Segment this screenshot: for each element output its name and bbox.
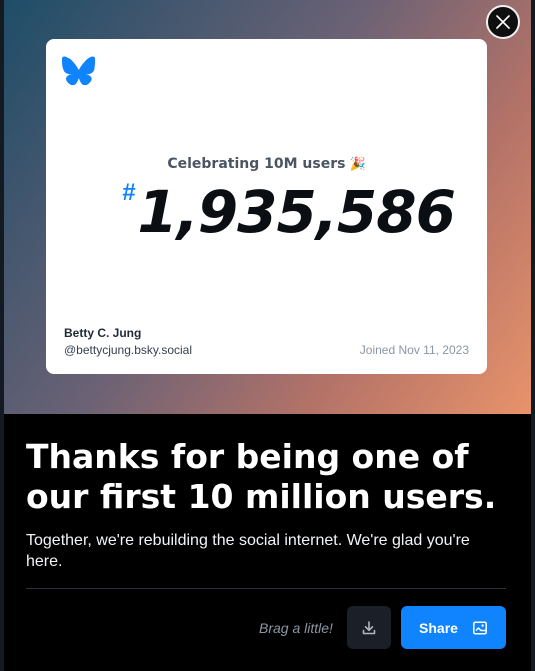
brag-label: Brag a little! bbox=[259, 620, 333, 636]
user-handle: @bettycjung.bsky.social bbox=[64, 343, 193, 357]
user-number: 1,935,586 bbox=[137, 178, 456, 246]
share-button[interactable]: Share bbox=[401, 606, 506, 649]
share-image-icon bbox=[473, 620, 487, 635]
milestone-dialog: Celebrating 10M users 🎉 # 1,935,586 Betty… bbox=[0, 0, 535, 671]
celebrating-label: Celebrating 10M users 🎉 bbox=[46, 156, 487, 172]
headline: Thanks for being one of our first 10 mil… bbox=[26, 437, 497, 516]
subtext: Together, we're rebuilding the social in… bbox=[26, 532, 470, 570]
close-icon bbox=[496, 15, 510, 29]
divider bbox=[26, 588, 506, 589]
close-button[interactable] bbox=[486, 5, 520, 39]
bluesky-butterfly-icon bbox=[62, 56, 95, 85]
download-icon bbox=[362, 620, 376, 634]
user-number-row: # 1,935,586 bbox=[122, 177, 456, 247]
celebrating-text: Celebrating 10M users bbox=[167, 156, 346, 172]
milestone-card: Celebrating 10M users 🎉 # 1,935,586 Betty… bbox=[46, 39, 487, 374]
joined-date: Joined Nov 11, 2023 bbox=[359, 343, 469, 357]
download-button[interactable] bbox=[347, 606, 391, 649]
share-button-label: Share bbox=[419, 619, 458, 636]
party-popper-emoji: 🎉 bbox=[349, 157, 366, 172]
user-display-name: Betty C. Jung bbox=[64, 326, 142, 340]
hero-banner: Celebrating 10M users 🎉 # 1,935,586 Betty… bbox=[4, 0, 531, 414]
hash-symbol: # bbox=[122, 179, 136, 206]
